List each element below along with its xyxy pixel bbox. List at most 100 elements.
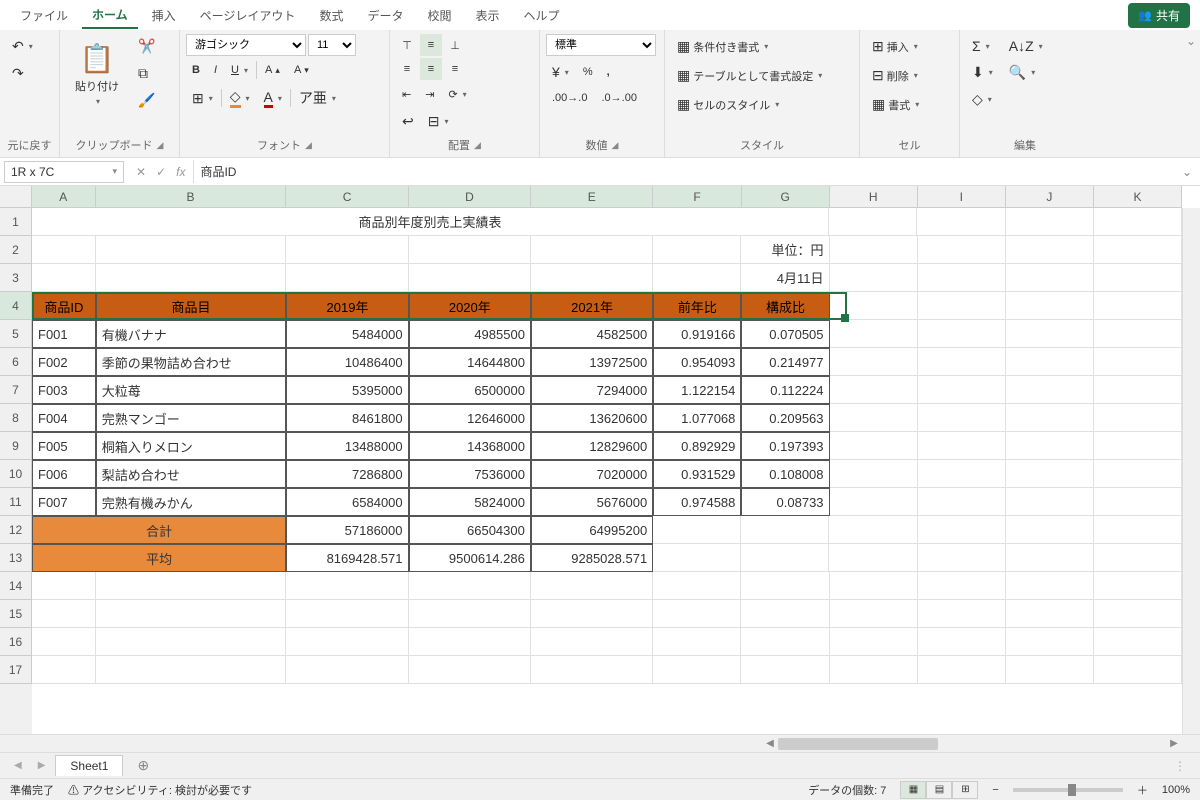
- currency-button[interactable]: ¥: [546, 60, 575, 84]
- number-format-select[interactable]: 標準: [546, 34, 656, 56]
- cell[interactable]: [1006, 488, 1094, 516]
- cell[interactable]: [741, 544, 829, 572]
- cell[interactable]: [409, 628, 531, 656]
- redo-button[interactable]: ↷: [6, 61, 30, 86]
- sheet-tab-sheet1[interactable]: Sheet1: [55, 755, 123, 776]
- cell[interactable]: [1094, 404, 1182, 432]
- cell[interactable]: [531, 628, 653, 656]
- cell[interactable]: [32, 656, 96, 684]
- cell[interactable]: 9500614.286: [409, 544, 531, 572]
- cell[interactable]: F006: [32, 460, 96, 488]
- align-dialog-launcher[interactable]: ◢: [474, 140, 481, 151]
- cell[interactable]: [653, 516, 741, 544]
- cell[interactable]: [830, 264, 918, 292]
- cell[interactable]: 前年比: [653, 292, 741, 320]
- align-middle-button[interactable]: ≡: [420, 34, 442, 56]
- align-bottom-button[interactable]: ⊥: [444, 34, 466, 56]
- row-header-8[interactable]: 8: [0, 404, 32, 432]
- col-header-D[interactable]: D: [409, 186, 531, 208]
- cell[interactable]: [1006, 320, 1094, 348]
- row-header-6[interactable]: 6: [0, 348, 32, 376]
- align-left-button[interactable]: ≡: [396, 58, 418, 80]
- row-header-3[interactable]: 3: [0, 264, 32, 292]
- enter-formula-button[interactable]: ✓: [152, 163, 170, 181]
- cell[interactable]: [918, 516, 1006, 544]
- col-header-A[interactable]: A: [32, 186, 96, 208]
- cell[interactable]: [918, 432, 1006, 460]
- decrease-font-button[interactable]: A▾: [288, 60, 315, 80]
- cell[interactable]: 単位：円: [741, 236, 829, 264]
- row-header-1[interactable]: 1: [0, 208, 32, 236]
- cell[interactable]: [918, 628, 1006, 656]
- cell[interactable]: 2021年: [531, 292, 653, 320]
- cell[interactable]: [409, 600, 531, 628]
- row-header-2[interactable]: 2: [0, 236, 32, 264]
- cell[interactable]: 14368000: [409, 432, 531, 460]
- cut-button[interactable]: ✂️: [132, 34, 161, 59]
- cell[interactable]: 8461800: [286, 404, 408, 432]
- find-select-button[interactable]: 🔍: [1003, 60, 1049, 85]
- tab-nav-prev[interactable]: ◀: [8, 760, 28, 771]
- cell[interactable]: 12829600: [531, 432, 653, 460]
- cell[interactable]: [1006, 376, 1094, 404]
- percent-button[interactable]: %: [577, 62, 599, 82]
- row-header-14[interactable]: 14: [0, 572, 32, 600]
- row-header-15[interactable]: 15: [0, 600, 32, 628]
- autosum-button[interactable]: Σ: [966, 34, 999, 58]
- cell[interactable]: [830, 488, 918, 516]
- row-header-4[interactable]: 4: [0, 292, 32, 320]
- cell[interactable]: [830, 656, 918, 684]
- cell[interactable]: [918, 320, 1006, 348]
- cell[interactable]: [96, 264, 287, 292]
- row-header-10[interactable]: 10: [0, 460, 32, 488]
- vertical-scrollbar[interactable]: [1182, 208, 1200, 734]
- underline-button[interactable]: U: [225, 60, 254, 80]
- menu-review[interactable]: 校閲: [417, 3, 461, 28]
- merge-button[interactable]: ⊟: [422, 109, 455, 134]
- cell[interactable]: 5395000: [286, 376, 408, 404]
- cell[interactable]: 0.197393: [741, 432, 829, 460]
- clipboard-dialog-launcher[interactable]: ◢: [157, 140, 164, 151]
- cell[interactable]: [830, 320, 918, 348]
- cell[interactable]: [531, 600, 653, 628]
- cell[interactable]: [1094, 544, 1182, 572]
- cell[interactable]: [830, 572, 918, 600]
- cell[interactable]: [918, 656, 1006, 684]
- cell[interactable]: [830, 628, 918, 656]
- cell[interactable]: [1006, 432, 1094, 460]
- cell[interactable]: [1094, 460, 1182, 488]
- cell[interactable]: 0.108008: [741, 460, 829, 488]
- increase-indent-button[interactable]: ⇥: [419, 84, 440, 105]
- fill-button[interactable]: ⬇: [966, 60, 999, 85]
- cell[interactable]: [1094, 264, 1182, 292]
- status-accessibility[interactable]: ⚠ アクセシビリティ: 検討が必要です: [68, 782, 252, 798]
- cell-styles-button[interactable]: ▦セルのスタイル: [671, 92, 785, 117]
- cell[interactable]: [1006, 348, 1094, 376]
- cell[interactable]: [531, 236, 653, 264]
- view-normal-button[interactable]: ▦: [900, 781, 926, 799]
- orientation-button[interactable]: ⟳: [442, 84, 472, 105]
- col-header-K[interactable]: K: [1094, 186, 1182, 208]
- row-header-5[interactable]: 5: [0, 320, 32, 348]
- tab-split-handle[interactable]: ⋮: [1174, 759, 1192, 773]
- cell[interactable]: 5676000: [531, 488, 653, 516]
- cells-area[interactable]: 商品別年度別売上実績表単位：円4月11日商品ID商品目2019年2020年202…: [32, 208, 1182, 734]
- cell[interactable]: [1006, 656, 1094, 684]
- cell[interactable]: [286, 628, 408, 656]
- row-header-12[interactable]: 12: [0, 516, 32, 544]
- cell[interactable]: 13488000: [286, 432, 408, 460]
- menu-data[interactable]: データ: [357, 3, 413, 28]
- cell[interactable]: 大粒苺: [96, 376, 287, 404]
- cell[interactable]: [918, 404, 1006, 432]
- cell[interactable]: 4985500: [409, 320, 531, 348]
- cell[interactable]: 5824000: [409, 488, 531, 516]
- cell[interactable]: [830, 292, 918, 320]
- cell[interactable]: [409, 264, 531, 292]
- cell[interactable]: [1094, 600, 1182, 628]
- cell[interactable]: [286, 572, 408, 600]
- cell[interactable]: 7536000: [409, 460, 531, 488]
- cell[interactable]: [918, 236, 1006, 264]
- align-right-button[interactable]: ≡: [444, 58, 466, 80]
- cell[interactable]: 商品目: [96, 292, 287, 320]
- cell[interactable]: [286, 656, 408, 684]
